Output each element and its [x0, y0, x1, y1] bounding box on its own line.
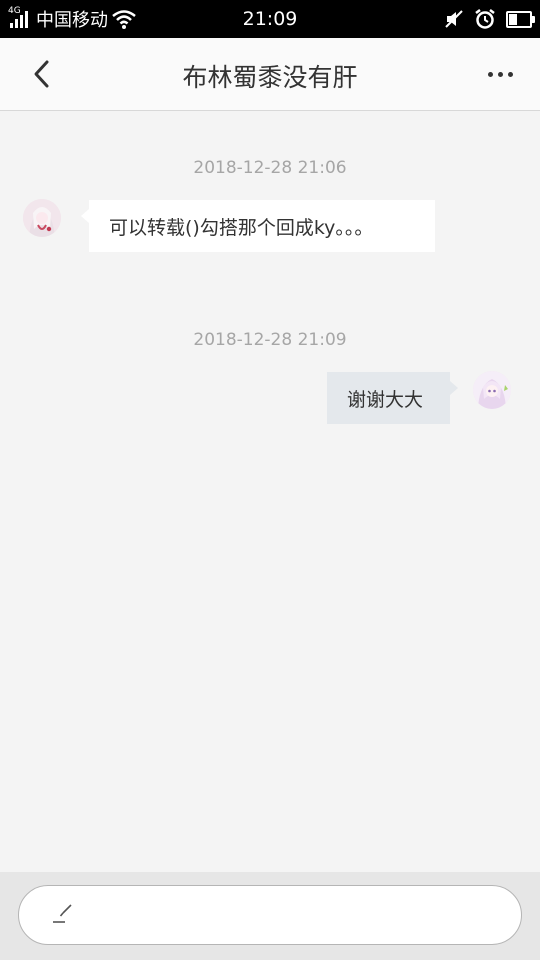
user-avatar[interactable] [473, 371, 511, 409]
nav-bar: 布林蜀黍没有肝 [0, 38, 540, 111]
more-dots-icon [487, 71, 493, 77]
message-text: 谢谢大大 [347, 388, 424, 411]
contact-avatar[interactable] [23, 199, 61, 237]
back-button[interactable] [22, 54, 62, 94]
message-bubble-outgoing[interactable]: 谢谢大大 [327, 372, 458, 424]
status-right [444, 6, 535, 32]
mute-icon [445, 10, 463, 28]
message-timestamp: 2018-12-28 21:06 [193, 158, 347, 178]
status-bar: 4G 中国移动 21:09 [0, 0, 540, 38]
message-input[interactable] [18, 885, 522, 945]
alarm-icon [475, 9, 495, 29]
message-text: 可以转载()勾搭那个回成ky。。。 [109, 216, 374, 239]
battery-icon [506, 10, 535, 28]
message-timestamp: 2018-12-28 21:09 [193, 330, 347, 350]
input-bar [0, 872, 540, 960]
page-title: 布林蜀黍没有肝 [182, 63, 358, 92]
message-bubble-incoming[interactable]: 可以转载()勾搭那个回成ky。。。 [81, 200, 435, 252]
more-button[interactable] [480, 60, 520, 88]
pen-icon [53, 904, 72, 923]
back-arrow-icon [34, 60, 49, 88]
